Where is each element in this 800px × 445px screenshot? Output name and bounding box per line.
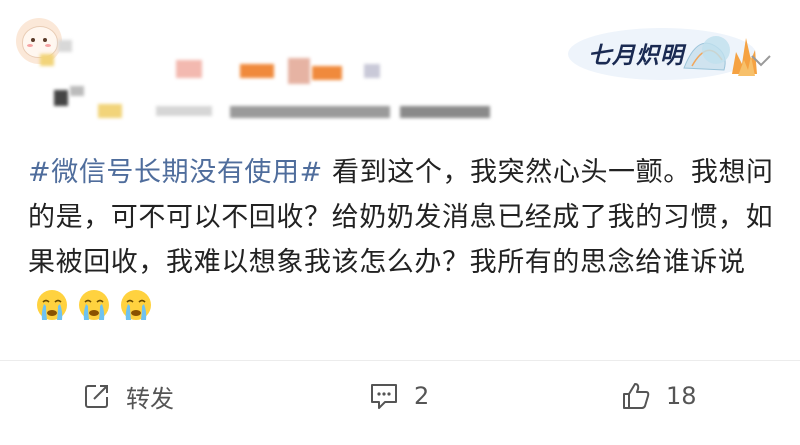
crying-face-emoji-icon <box>37 290 67 320</box>
avatar-eye-icon <box>43 38 47 42</box>
avatar[interactable] <box>16 18 62 64</box>
crying-face-emoji-icon <box>79 290 109 320</box>
avatar-eye-icon <box>31 38 35 42</box>
like-button[interactable]: 18 <box>620 376 697 416</box>
hashtag-link[interactable]: #微信号长期没有使用# <box>28 157 323 188</box>
post-body: #微信号长期没有使用# 看到这个，我突然心头一颤。我想问的是，可不可以不回收？给… <box>28 150 778 330</box>
avatar-cheek-icon <box>27 44 33 47</box>
weibo-post-card: 七月炽明 #微信号长期没有使用# 看到这个，我突然心头一颤。我想问的是，可不可以… <box>0 0 800 445</box>
like-count: 18 <box>666 382 697 410</box>
badge-text: 七月炽明 <box>588 42 684 69</box>
repost-button[interactable]: 转发 <box>82 376 174 416</box>
action-bar-divider <box>0 360 800 361</box>
avatar-cheek-icon <box>45 44 51 47</box>
repost-label: 转发 <box>126 384 174 413</box>
comment-icon <box>371 384 397 409</box>
comment-count: 2 <box>414 382 430 410</box>
crying-face-emoji-icon <box>121 290 151 320</box>
decorative-badge: 七月炽明 <box>566 14 766 86</box>
comment-button[interactable]: 2 <box>368 376 429 416</box>
repost-icon <box>85 385 108 408</box>
chevron-down-icon[interactable] <box>750 52 772 68</box>
thumbs-up-icon <box>623 383 650 409</box>
